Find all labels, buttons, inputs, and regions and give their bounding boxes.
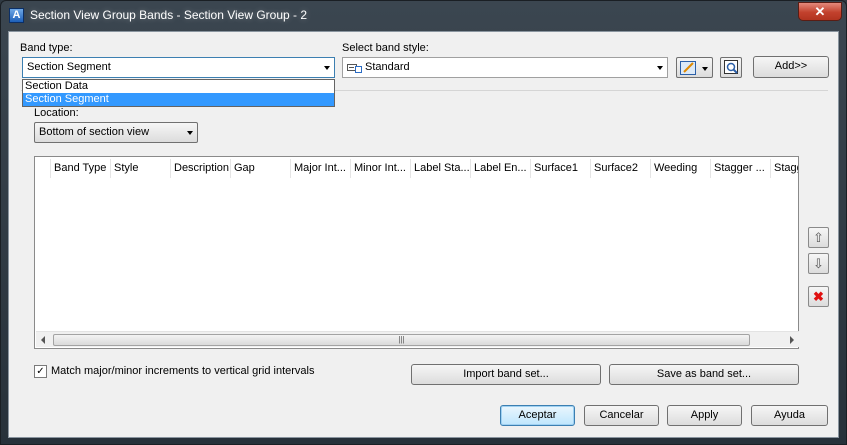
grid-header: Band Type Style Description Gap Major In… <box>35 159 798 178</box>
match-increments-label[interactable]: Match major/minor increments to vertical… <box>51 365 314 377</box>
column-header[interactable]: Label En... <box>470 159 530 178</box>
band-type-option-selected[interactable]: Section Segment <box>23 93 334 106</box>
save-band-set-button[interactable]: Save as band set... <box>609 364 799 385</box>
title-bar[interactable]: A Section View Group Bands - Section Vie… <box>1 1 846 31</box>
band-style-combo[interactable]: Standard <box>342 57 668 78</box>
location-combo[interactable]: Bottom of section view <box>34 122 198 143</box>
column-header[interactable]: Surface2 <box>590 159 650 178</box>
column-header[interactable]: Label Sta... <box>410 159 470 178</box>
column-header[interactable]: Stagg <box>770 159 798 178</box>
add-band-button[interactable]: Add>> <box>753 56 829 78</box>
autocad-app-icon[interactable]: A <box>9 8 24 23</box>
band-type-label: Band type: <box>20 42 73 54</box>
window-title: Section View Group Bands - Section View … <box>30 8 308 22</box>
band-style-preview-button[interactable] <box>720 57 742 78</box>
scrollbar-thumb[interactable]: ||| <box>53 334 750 346</box>
magnifier-icon <box>724 60 738 74</box>
band-type-option[interactable]: Section Data <box>23 80 334 93</box>
column-header[interactable]: Stagger ... <box>710 159 770 178</box>
import-band-set-button[interactable]: Import band set... <box>411 364 601 385</box>
band-style-value: Standard <box>365 61 410 73</box>
chevron-down-icon[interactable] <box>187 131 193 135</box>
column-header[interactable]: Band Type <box>50 159 110 178</box>
move-up-button[interactable]: ⇧ <box>808 227 829 248</box>
band-type-combo[interactable]: Section Segment <box>22 57 335 78</box>
dialog-window: A Section View Group Bands - Section Vie… <box>0 0 847 445</box>
column-header[interactable]: Major Int... <box>290 159 350 178</box>
column-header[interactable]: Minor Int... <box>350 159 410 178</box>
column-header[interactable]: Surface1 <box>530 159 590 178</box>
bands-grid[interactable]: Band Type Style Description Gap Major In… <box>34 156 799 349</box>
cancel-button[interactable]: Cancelar <box>584 405 659 426</box>
grid-corner-cell <box>35 159 50 178</box>
dialog-client-area: Band type: Section Segment Select band s… <box>8 31 839 438</box>
band-type-value: Section Segment <box>27 61 111 73</box>
column-header[interactable]: Description <box>170 159 230 178</box>
match-increments-checkbox[interactable]: ✓ <box>34 365 47 378</box>
close-button[interactable]: ✕ <box>798 2 842 21</box>
scroll-right-icon[interactable] <box>790 336 794 344</box>
location-value: Bottom of section view <box>39 126 150 138</box>
chevron-down-icon[interactable] <box>324 66 330 70</box>
scroll-left-icon[interactable] <box>41 336 45 344</box>
column-header[interactable]: Weeding <box>650 159 710 178</box>
ok-button[interactable]: Aceptar <box>500 405 575 426</box>
band-style-label: Select band style: <box>342 42 429 54</box>
chevron-down-icon[interactable] <box>657 66 663 70</box>
band-style-icon <box>347 64 362 73</box>
edit-style-icon <box>680 61 708 75</box>
band-style-edit-button[interactable] <box>676 57 713 78</box>
band-type-dropdown-list[interactable]: Section Data Section Segment <box>22 79 335 107</box>
column-header[interactable]: Style <box>110 159 170 178</box>
location-label: Location: <box>34 107 79 119</box>
horizontal-scrollbar[interactable]: ||| <box>36 331 799 347</box>
column-header[interactable]: Gap <box>230 159 290 178</box>
delete-band-button[interactable]: ✖ <box>808 286 829 307</box>
apply-button[interactable]: Apply <box>667 405 742 426</box>
help-button[interactable]: Ayuda <box>751 405 828 426</box>
move-down-button[interactable]: ⇩ <box>808 253 829 274</box>
